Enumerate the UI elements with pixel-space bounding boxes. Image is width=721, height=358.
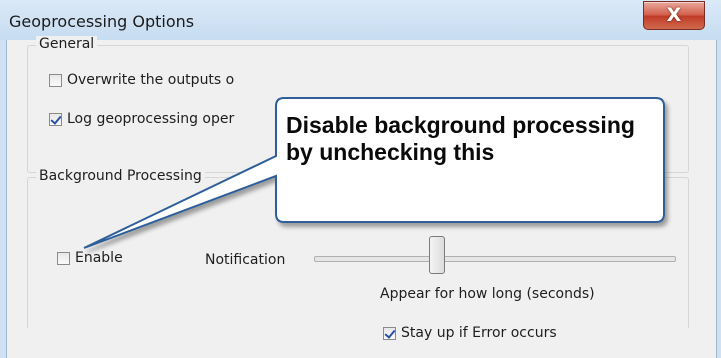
callout-text: Disable background processing by uncheck… (286, 112, 635, 165)
notification-slider-thumb[interactable] (429, 236, 445, 274)
stay-up-on-error-checkbox[interactable] (383, 326, 396, 340)
enable-background-option[interactable]: Enable (57, 250, 123, 266)
window-title: Geoprocessing Options (9, 12, 195, 31)
background-processing-group-label: Background Processing (36, 168, 205, 184)
close-icon: X (666, 4, 682, 26)
notification-duration-caption: Appear for how long (seconds) (380, 286, 595, 302)
overwrite-outputs-label: Overwrite the outputs o (67, 72, 235, 88)
title-bar: Geoprocessing Options X (0, 0, 721, 40)
general-group-label: General (36, 36, 98, 52)
stay-up-on-error-option[interactable]: Stay up if Error occurs (383, 325, 557, 341)
log-geoprocessing-checkbox[interactable] (49, 112, 62, 126)
overwrite-outputs-checkbox[interactable] (49, 73, 62, 87)
log-geoprocessing-label: Log geoprocessing oper (67, 111, 235, 127)
enable-background-checkbox[interactable] (57, 251, 70, 265)
notification-slider-track[interactable] (314, 256, 676, 262)
notification-label: Notification (205, 252, 286, 268)
enable-background-label: Enable (75, 250, 123, 266)
stay-up-on-error-label: Stay up if Error occurs (401, 325, 557, 341)
close-button[interactable]: X (643, 1, 705, 30)
log-geoprocessing-option[interactable]: Log geoprocessing oper (49, 111, 234, 127)
overwrite-outputs-option[interactable]: Overwrite the outputs o (49, 72, 234, 88)
